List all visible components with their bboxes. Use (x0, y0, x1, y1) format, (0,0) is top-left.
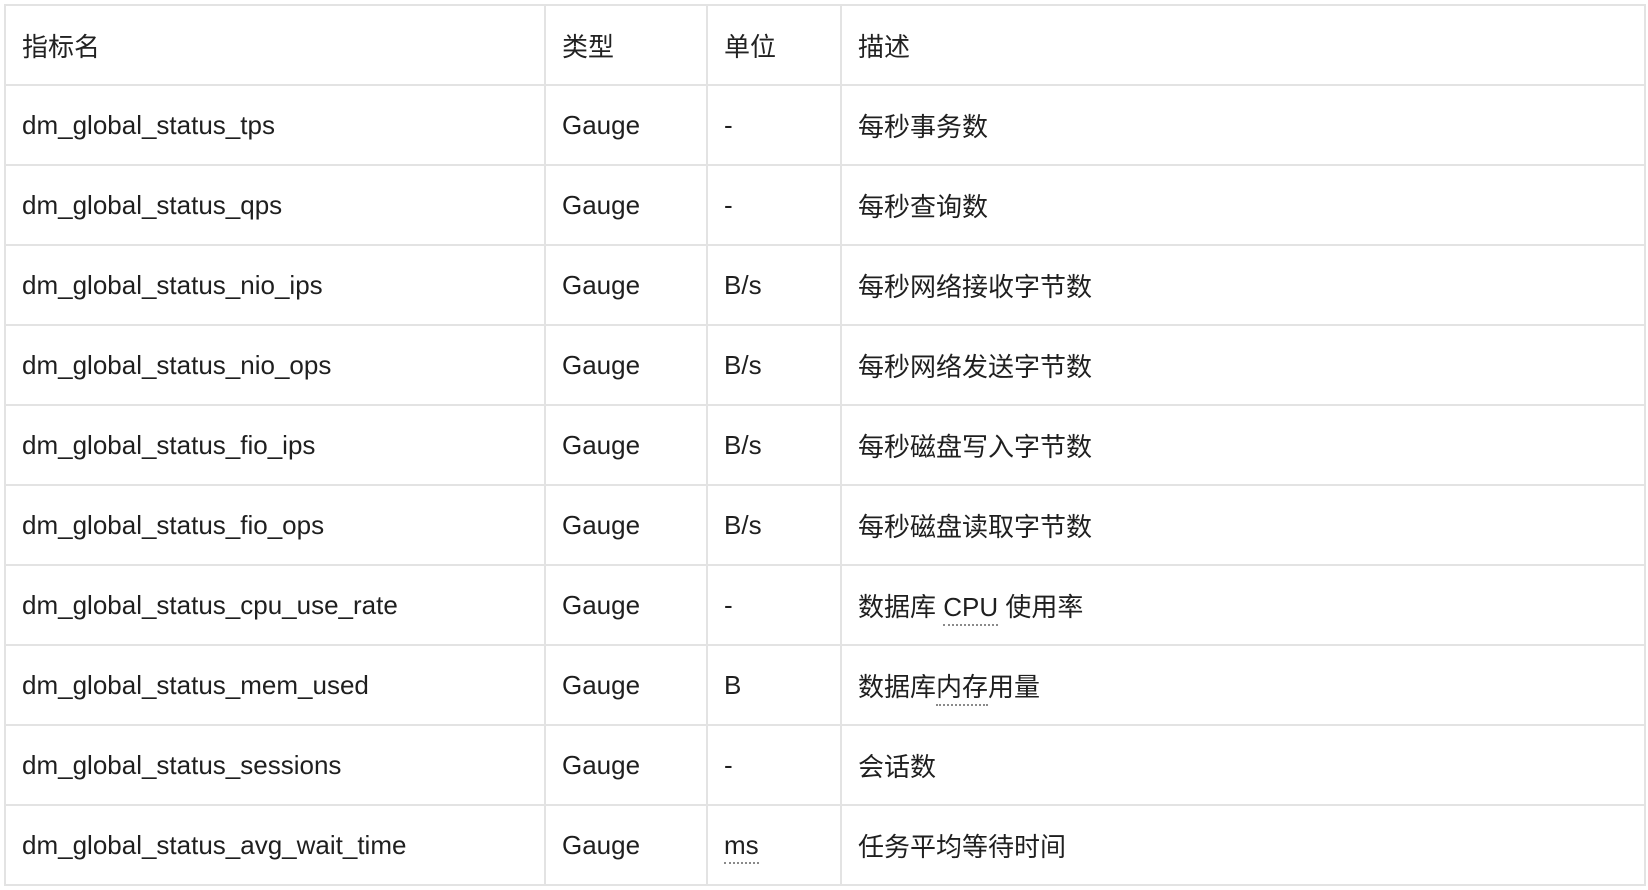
table-header-row: 指标名 类型 单位 描述 (4, 4, 1646, 86)
description-text: 数据库 (858, 671, 937, 702)
cell-metric-name: dm_global_status_avg_wait_time (4, 804, 546, 886)
table-row: dm_global_status_sessions Gauge - 会话数 (4, 724, 1646, 806)
cell-unit: - (706, 164, 842, 246)
cell-type: Gauge (544, 244, 708, 326)
table-row: dm_global_status_mem_used Gauge B 数据库内存用… (4, 644, 1646, 726)
table-row: dm_global_status_avg_wait_time Gauge ms … (4, 804, 1646, 886)
cell-type: Gauge (544, 84, 708, 166)
cell-unit: B/s (706, 404, 842, 486)
cell-type: Gauge (544, 324, 708, 406)
cell-description: 每秒磁盘读取字节数 (840, 484, 1646, 566)
cell-unit: B/s (706, 244, 842, 326)
cell-type: Gauge (544, 804, 708, 886)
cell-type: Gauge (544, 164, 708, 246)
table-row: dm_global_status_fio_ops Gauge B/s 每秒磁盘读… (4, 484, 1646, 566)
cell-description: 数据库内存用量 (840, 644, 1646, 726)
cell-description: 数据库 CPU 使用率 (840, 564, 1646, 646)
abbreviation-cpu[interactable]: CPU (943, 591, 999, 626)
cell-metric-name: dm_global_status_fio_ops (4, 484, 546, 566)
cell-description: 每秒事务数 (840, 84, 1646, 166)
table-row: dm_global_status_qps Gauge - 每秒查询数 (4, 164, 1646, 246)
table-row: dm_global_status_nio_ips Gauge B/s 每秒网络接… (4, 244, 1646, 326)
table-row: dm_global_status_tps Gauge - 每秒事务数 (4, 84, 1646, 166)
cell-unit: - (706, 84, 842, 166)
metrics-table: 指标名 类型 单位 描述 dm_global_status_tps Gauge … (4, 4, 1646, 886)
cell-metric-name: dm_global_status_nio_ips (4, 244, 546, 326)
cell-unit: B/s (706, 324, 842, 406)
cell-unit: - (706, 564, 842, 646)
cell-metric-name: dm_global_status_mem_used (4, 644, 546, 726)
cell-metric-name: dm_global_status_tps (4, 84, 546, 166)
cell-metric-name: dm_global_status_qps (4, 164, 546, 246)
header-description: 描述 (840, 4, 1646, 86)
cell-type: Gauge (544, 404, 708, 486)
cell-metric-name: dm_global_status_cpu_use_rate (4, 564, 546, 646)
header-unit: 单位 (706, 4, 842, 86)
cell-type: Gauge (544, 484, 708, 566)
table-row: dm_global_status_cpu_use_rate Gauge - 数据… (4, 564, 1646, 646)
header-metric-name: 指标名 (4, 4, 546, 86)
table-row: dm_global_status_fio_ips Gauge B/s 每秒磁盘写… (4, 404, 1646, 486)
cell-type: Gauge (544, 644, 708, 726)
cell-description: 每秒查询数 (840, 164, 1646, 246)
description-text: 用量 (988, 671, 1041, 702)
cell-description: 每秒网络接收字节数 (840, 244, 1646, 326)
cell-metric-name: dm_global_status_sessions (4, 724, 546, 806)
cell-description: 任务平均等待时间 (840, 804, 1646, 886)
description-text: 数据库 (858, 591, 944, 622)
cell-description: 会话数 (840, 724, 1646, 806)
header-type: 类型 (544, 4, 708, 86)
cell-unit: B/s (706, 484, 842, 566)
table-row: dm_global_status_nio_ops Gauge B/s 每秒网络发… (4, 324, 1646, 406)
cell-description: 每秒网络发送字节数 (840, 324, 1646, 406)
metrics-table-container: 指标名 类型 单位 描述 dm_global_status_tps Gauge … (4, 4, 1646, 886)
abbreviation-memory[interactable]: 内存 (936, 671, 989, 706)
cell-metric-name: dm_global_status_nio_ops (4, 324, 546, 406)
cell-type: Gauge (544, 564, 708, 646)
abbreviation-ms[interactable]: ms (724, 829, 759, 864)
cell-unit: - (706, 724, 842, 806)
cell-unit: ms (706, 804, 842, 886)
cell-description: 每秒磁盘写入字节数 (840, 404, 1646, 486)
cell-metric-name: dm_global_status_fio_ips (4, 404, 546, 486)
cell-unit: B (706, 644, 842, 726)
description-text: 使用率 (998, 591, 1084, 622)
cell-type: Gauge (544, 724, 708, 806)
